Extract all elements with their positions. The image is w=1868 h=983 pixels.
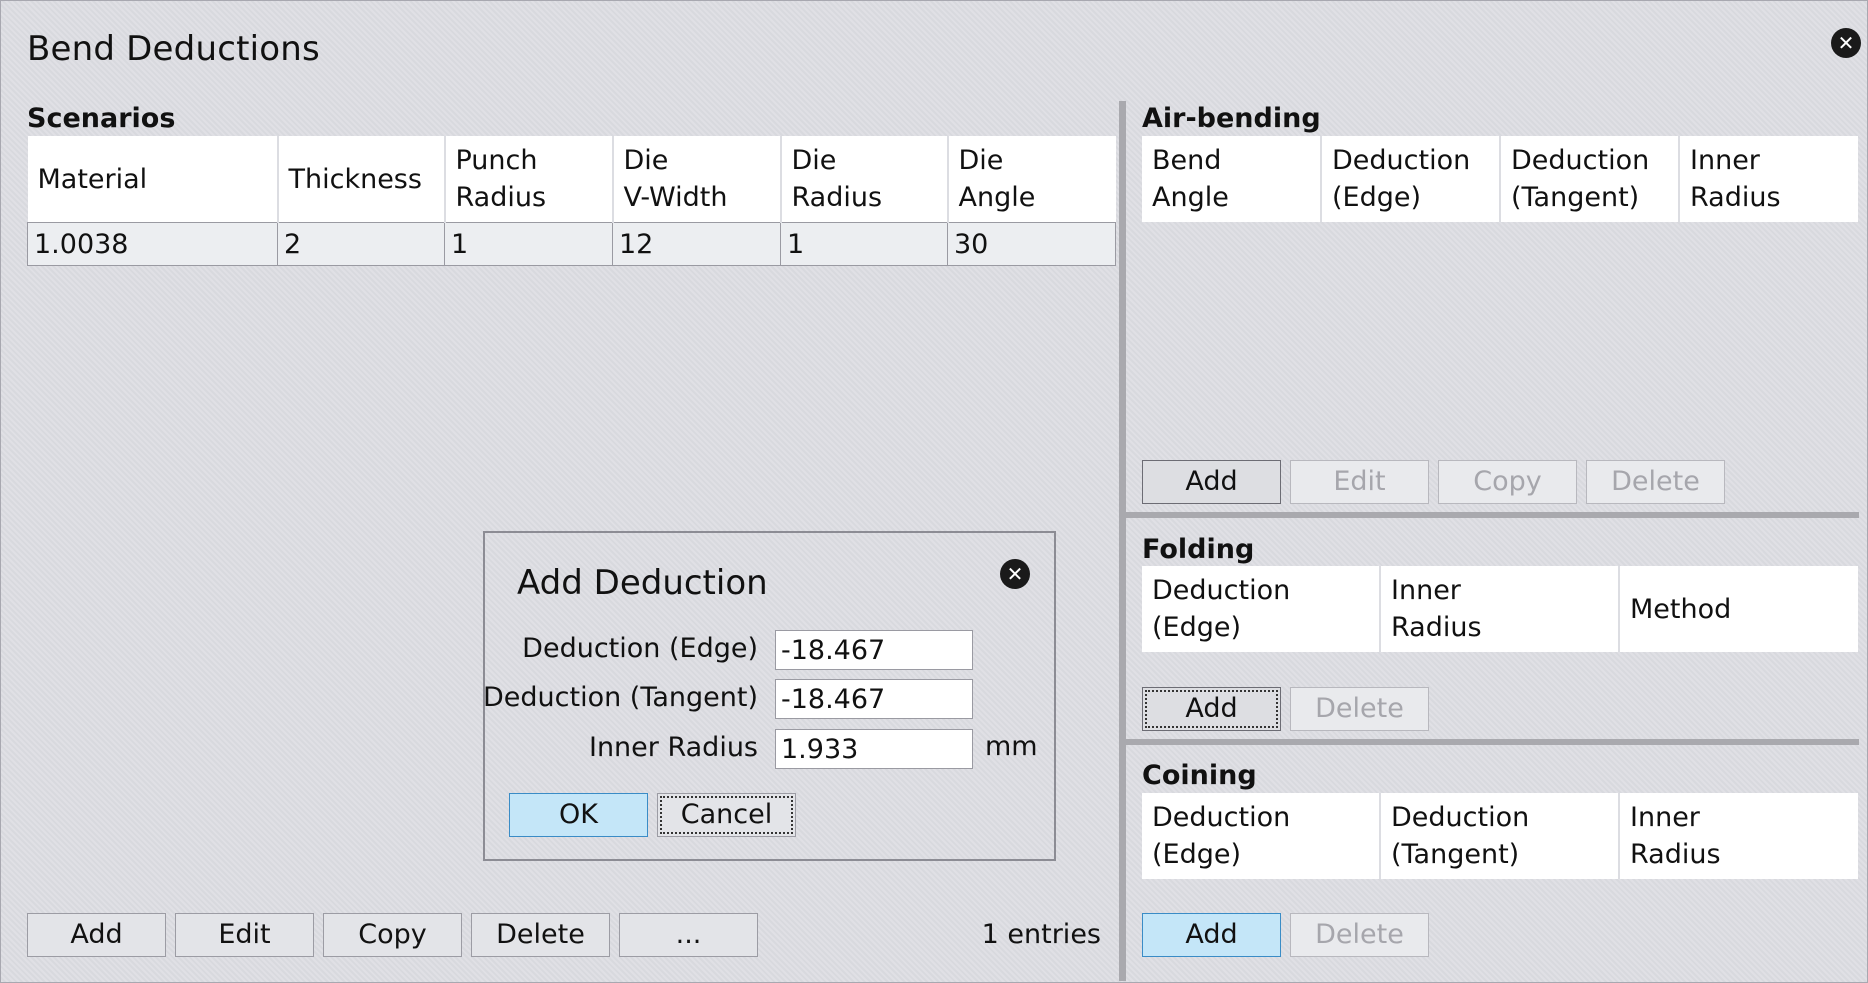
coining-table: Deduction (Edge) Deduction (Tangent) Inner… <box>1142 793 1858 879</box>
cell-die-angle: 30 <box>947 222 1116 266</box>
folding-add-button[interactable]: Add <box>1142 687 1281 731</box>
cell-die-v-width: 12 <box>612 222 781 266</box>
inner-radius-unit: mm <box>985 731 1038 762</box>
deduction-edge-input[interactable] <box>775 630 973 670</box>
vertical-splitter[interactable] <box>1119 101 1126 981</box>
entries-count: 1 entries <box>981 919 1101 950</box>
horizontal-splitter-1[interactable] <box>1126 512 1859 518</box>
cell-material: 1.0038 <box>27 222 278 266</box>
scenarios-table: Material Thickness Punch Radius Die V-Widt… <box>27 136 1116 266</box>
column-header-inner-radius[interactable]: Inner Radius <box>1679 136 1858 222</box>
air-bending-add-button[interactable]: Add <box>1142 460 1281 504</box>
scenarios-delete-button[interactable]: Delete <box>471 913 610 957</box>
column-header-die-radius[interactable]: Die Radius <box>780 136 949 223</box>
column-header-deduction-tangent[interactable]: Deduction (Tangent) <box>1380 793 1620 879</box>
column-header-inner-radius[interactable]: Inner Radius <box>1619 793 1858 879</box>
table-row[interactable]: 1.0038 2 1 12 1 30 <box>27 222 1116 266</box>
cell-die-radius: 1 <box>780 222 948 266</box>
column-header-deduction-edge[interactable]: Deduction (Edge) <box>1142 793 1381 879</box>
air-bending-delete-button[interactable]: Delete <box>1586 460 1725 504</box>
dialog-title: Add Deduction <box>517 563 768 603</box>
deduction-tangent-input[interactable] <box>775 679 973 719</box>
inner-radius-input[interactable] <box>775 729 973 769</box>
coining-delete-button[interactable]: Delete <box>1290 913 1429 957</box>
cell-punch-radius: 1 <box>444 222 613 266</box>
coining-header-row: Deduction (Edge) Deduction (Tangent) Inner… <box>1142 793 1858 879</box>
folding-header-row: Deduction (Edge) Inner Radius Method <box>1142 566 1858 652</box>
scenarios-title: Scenarios <box>27 103 176 134</box>
folding-title: Folding <box>1142 534 1255 565</box>
column-header-method[interactable]: Method <box>1619 566 1858 652</box>
column-header-deduction-edge[interactable]: Deduction (Edge) <box>1321 136 1501 222</box>
column-header-punch-radius[interactable]: Punch Radius <box>444 136 614 223</box>
air-bending-copy-button[interactable]: Copy <box>1438 460 1577 504</box>
column-header-bend-angle[interactable]: Bend Angle <box>1142 136 1322 222</box>
scenarios-edit-button[interactable]: Edit <box>175 913 314 957</box>
scenarios-add-button[interactable]: Add <box>27 913 166 957</box>
air-bending-header-row: Bend Angle Deduction (Edge) Deduction (Tang… <box>1142 136 1858 222</box>
close-icon[interactable]: ✕ <box>1831 28 1861 58</box>
folding-delete-button[interactable]: Delete <box>1290 687 1429 731</box>
coining-add-button[interactable]: Add <box>1142 913 1281 957</box>
column-header-material[interactable]: Material <box>27 136 279 223</box>
horizontal-splitter-2[interactable] <box>1126 739 1859 745</box>
scenarios-more-button[interactable]: ... <box>619 913 758 957</box>
close-icon[interactable]: ✕ <box>1000 559 1030 589</box>
column-header-die-angle[interactable]: Die Angle <box>947 136 1116 223</box>
column-header-deduction-edge[interactable]: Deduction (Edge) <box>1142 566 1381 652</box>
air-bending-table: Bend Angle Deduction (Edge) Deduction (Tang… <box>1142 136 1858 222</box>
column-header-thickness[interactable]: Thickness <box>277 136 446 223</box>
ok-button[interactable]: OK <box>509 793 648 837</box>
air-bending-edit-button[interactable]: Edit <box>1290 460 1429 504</box>
air-bending-title: Air-bending <box>1142 103 1321 134</box>
inner-radius-label: Inner Radius <box>588 732 758 763</box>
column-header-deduction-tangent[interactable]: Deduction (Tangent) <box>1500 136 1680 222</box>
coining-title: Coining <box>1142 760 1257 791</box>
cell-thickness: 2 <box>277 222 445 266</box>
window-title: Bend Deductions <box>27 29 320 69</box>
add-deduction-dialog: Add Deduction ✕ Deduction (Edge) Deducti… <box>483 531 1056 861</box>
bend-deductions-window: Bend Deductions ✕ Scenarios Material Thi… <box>0 0 1868 983</box>
folding-table: Deduction (Edge) Inner Radius Method <box>1142 566 1858 652</box>
deduction-edge-label: Deduction (Edge) <box>522 633 758 664</box>
scenarios-header-row: Material Thickness Punch Radius Die V-Widt… <box>27 136 1116 223</box>
scenarios-copy-button[interactable]: Copy <box>323 913 462 957</box>
column-header-inner-radius[interactable]: Inner Radius <box>1380 566 1620 652</box>
deduction-tangent-label: Deduction (Tangent) <box>483 682 758 713</box>
column-header-die-v-width[interactable]: Die V-Width <box>612 136 782 223</box>
cancel-button[interactable]: Cancel <box>657 793 796 837</box>
